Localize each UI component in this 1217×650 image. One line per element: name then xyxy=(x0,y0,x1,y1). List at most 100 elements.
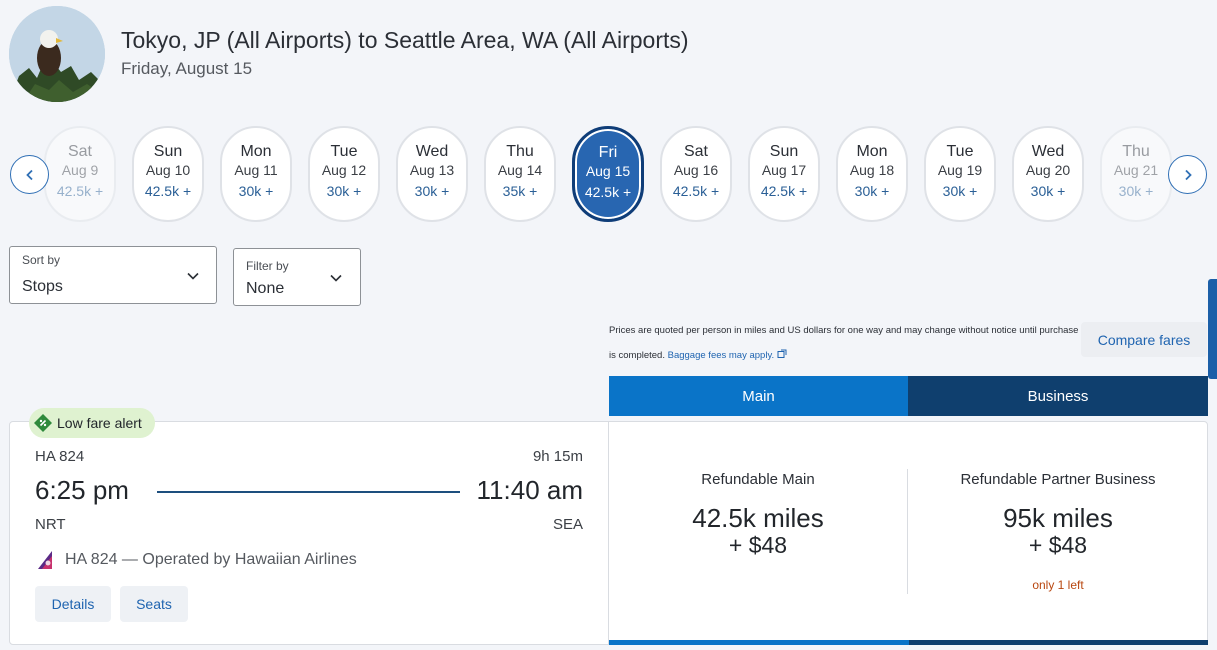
low-fare-alert-badge: Low fare alert xyxy=(29,408,155,438)
date-weekday: Sun xyxy=(153,143,183,160)
tab-business[interactable]: Business xyxy=(908,376,1208,416)
fare-name: Refundable Main xyxy=(701,471,815,488)
date-price: 30k + xyxy=(326,183,362,199)
external-link-icon xyxy=(777,349,787,358)
flight-number: HA 824 xyxy=(35,448,85,465)
date-day: Aug 12 xyxy=(321,162,367,178)
fare-cash: + $48 xyxy=(728,532,788,558)
date-price: 42.5k + xyxy=(760,183,808,199)
date-day: Aug 11 xyxy=(234,162,278,178)
fare-cash: + $48 xyxy=(1028,532,1088,558)
seats-left-note: only 1 left xyxy=(1032,578,1084,592)
date-option[interactable]: Tue Aug 12 30k + xyxy=(308,126,380,222)
next-dates-button[interactable] xyxy=(1168,155,1207,194)
date-day: Aug 14 xyxy=(497,162,543,178)
date-option-selected[interactable]: Fri Aug 15 42.5k + xyxy=(572,126,644,222)
date-weekday: Tue xyxy=(330,143,358,160)
date-day: Aug 21 xyxy=(1113,162,1159,178)
date-weekday: Mon xyxy=(856,143,888,160)
date-option[interactable]: Thu Aug 21 30k + xyxy=(1100,126,1172,222)
date-price: 30k + xyxy=(1030,183,1066,199)
date-price: 42.5k + xyxy=(56,183,104,199)
date-weekday: Fri xyxy=(598,144,618,161)
date-day: Aug 19 xyxy=(937,162,983,178)
route-line xyxy=(157,491,460,493)
date-weekday: Thu xyxy=(1122,143,1150,160)
departure-airport: NRT xyxy=(35,516,66,533)
price-notice: Prices are quoted per person in miles an… xyxy=(609,318,1079,368)
date-day: Aug 15 xyxy=(585,163,631,179)
date-price: 30k + xyxy=(942,183,978,199)
date-day: Aug 9 xyxy=(61,162,99,178)
sort-label: Sort by xyxy=(22,253,61,267)
operated-by-text: HA 824 — Operated by Hawaiian Airlines xyxy=(65,551,357,568)
date-price: 30k + xyxy=(1118,183,1154,199)
date-carousel: Sat Aug 9 42.5k + Sun Aug 10 42.5k + Mon… xyxy=(44,126,1172,222)
main-fare-accent-bar xyxy=(609,640,909,645)
tag-icon xyxy=(34,414,52,432)
seats-button[interactable]: Seats xyxy=(120,586,188,622)
fare-miles: 42.5k miles xyxy=(692,503,824,533)
fare-name: Refundable Partner Business xyxy=(960,471,1156,488)
fare-option-business[interactable]: Refundable Partner Business 95k miles + … xyxy=(908,422,1208,644)
chevron-down-icon xyxy=(330,274,342,282)
date-option[interactable]: Sat Aug 9 42.5k + xyxy=(44,126,116,222)
avatar xyxy=(9,6,105,102)
date-option[interactable]: Wed Aug 13 30k + xyxy=(396,126,468,222)
date-price: 30k + xyxy=(414,183,450,199)
date-option[interactable]: Mon Aug 11 30k + xyxy=(220,126,292,222)
chevron-down-icon xyxy=(187,272,199,280)
date-weekday: Wed xyxy=(415,143,449,160)
date-day: Aug 10 xyxy=(145,162,191,178)
filter-select[interactable]: Filter by None xyxy=(233,248,361,306)
date-day: Aug 18 xyxy=(849,162,895,178)
baggage-fees-link[interactable]: Baggage fees may apply. xyxy=(668,350,775,361)
date-weekday: Tue xyxy=(946,143,974,160)
sort-select[interactable]: Sort by Stops xyxy=(9,246,217,304)
page-subtitle: Friday, August 15 xyxy=(121,59,253,78)
date-weekday: Sat xyxy=(683,143,708,160)
filter-label: Filter by xyxy=(246,259,289,273)
chevron-left-icon xyxy=(25,169,33,180)
chevron-right-icon xyxy=(1184,169,1192,180)
arrival-airport: SEA xyxy=(552,516,583,533)
tab-main[interactable]: Main xyxy=(609,376,908,416)
date-day: Aug 13 xyxy=(409,162,455,178)
date-weekday: Thu xyxy=(506,143,534,160)
page-title: Tokyo, JP (All Airports) to Seattle Area… xyxy=(121,27,689,53)
date-weekday: Mon xyxy=(240,143,272,160)
date-option[interactable]: Wed Aug 20 30k + xyxy=(1012,126,1084,222)
date-price: 30k + xyxy=(854,183,890,199)
low-fare-alert-label: Low fare alert xyxy=(57,415,142,431)
filter-value: None xyxy=(246,280,285,297)
date-price: 42.5k + xyxy=(672,183,720,199)
date-price: 35k + xyxy=(502,183,538,199)
date-option[interactable]: Thu Aug 14 35k + xyxy=(484,126,556,222)
details-button[interactable]: Details xyxy=(35,586,111,622)
operated-by: HA 824 — Operated by Hawaiian Airlines xyxy=(35,550,357,570)
business-fare-accent-bar xyxy=(909,640,1208,645)
sort-value: Stops xyxy=(22,278,63,295)
departure-time: 6:25 pm xyxy=(35,475,129,505)
date-option[interactable]: Tue Aug 19 30k + xyxy=(924,126,996,222)
date-weekday: Wed xyxy=(1031,143,1065,160)
flight-card: Low fare alert HA 824 9h 15m 6:25 pm 11:… xyxy=(9,408,1208,645)
date-weekday: Sat xyxy=(67,143,92,160)
date-day: Aug 20 xyxy=(1025,162,1071,178)
date-weekday: Sun xyxy=(769,143,799,160)
compare-fares-button[interactable]: Compare fares xyxy=(1081,322,1207,357)
fare-option-main[interactable]: Refundable Main 42.5k miles + $48 xyxy=(609,422,907,644)
date-option[interactable]: Sun Aug 17 42.5k + xyxy=(748,126,820,222)
date-option[interactable]: Sun Aug 10 42.5k + xyxy=(132,126,204,222)
hawaiian-airlines-logo xyxy=(38,551,52,569)
date-day: Aug 16 xyxy=(673,162,719,178)
fare-miles: 95k miles xyxy=(1003,503,1113,533)
flight-duration: 9h 15m xyxy=(532,448,583,465)
date-price: 42.5k + xyxy=(144,183,192,199)
arrival-time: 11:40 am xyxy=(476,475,583,505)
date-option[interactable]: Sat Aug 16 42.5k + xyxy=(660,126,732,222)
date-option[interactable]: Mon Aug 18 30k + xyxy=(836,126,908,222)
date-day: Aug 17 xyxy=(761,162,807,178)
previous-dates-button[interactable] xyxy=(10,155,49,194)
feedback-tab[interactable] xyxy=(1208,279,1217,379)
